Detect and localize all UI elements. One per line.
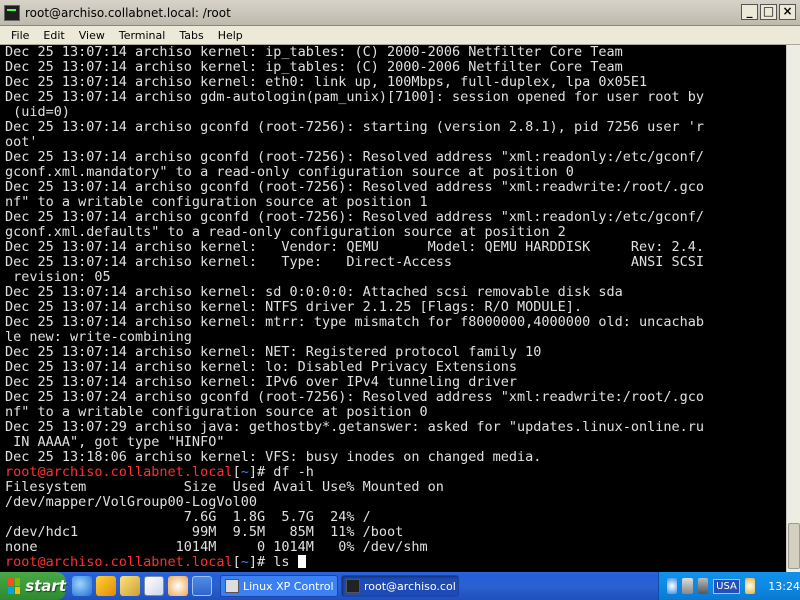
prompt-host: root@archiso.collabnet.local bbox=[5, 464, 233, 480]
prompt-bracket-open: [ bbox=[232, 554, 241, 570]
maximize-button[interactable]: □ bbox=[760, 4, 777, 20]
prompt-path: ~ bbox=[240, 554, 249, 570]
document-icon[interactable] bbox=[144, 576, 164, 596]
log-line: Dec 25 13:07:14 archiso kernel: IPv6 ove… bbox=[5, 374, 518, 390]
terminal-icon bbox=[346, 579, 360, 593]
df-output-line: /dev/hdc1 99M 9.5M 85M 11% /boot bbox=[5, 524, 404, 540]
volume-icon[interactable] bbox=[697, 578, 709, 594]
window-controls: _ □ × bbox=[741, 4, 796, 20]
df-output-line: /dev/mapper/VolGroup00-LogVol00 bbox=[5, 494, 257, 510]
window-titlebar[interactable]: root@archiso.collabnet.local: /root _ □ … bbox=[0, 0, 800, 26]
shell-prompt-line[interactable]: root@archiso.collabnet.local[~]# ls bbox=[5, 555, 786, 570]
log-line: Dec 25 13:07:14 archiso kernel: eth0: li… bbox=[5, 74, 648, 90]
menu-terminal[interactable]: Terminal bbox=[112, 29, 173, 42]
log-line: revision: 05 bbox=[5, 269, 111, 285]
control-panel-icon bbox=[225, 579, 239, 593]
prompt-bracket-close: ]# bbox=[248, 554, 274, 570]
task-control-panel[interactable]: Linux XP Control bbox=[220, 575, 338, 597]
browser-icon[interactable] bbox=[72, 576, 92, 596]
log-line: Dec 25 13:07:14 archiso kernel: mtrr: ty… bbox=[5, 314, 704, 330]
log-line: Dec 25 13:07:29 archiso java: gethostby*… bbox=[5, 419, 704, 435]
log-line: le new: write-combining bbox=[5, 329, 192, 345]
log-line: (uid=0) bbox=[5, 104, 71, 120]
network-icon[interactable] bbox=[667, 578, 678, 594]
window-title: root@archiso.collabnet.local: /root bbox=[25, 5, 231, 20]
log-line: Dec 25 13:07:14 archiso kernel: Vendor: … bbox=[5, 239, 704, 255]
shell-prompt-line: root@archiso.collabnet.local[~]# df -h bbox=[5, 465, 786, 480]
log-line: oot' bbox=[5, 134, 38, 150]
language-indicator[interactable]: USA bbox=[713, 578, 740, 594]
menu-bar: File Edit View Terminal Tabs Help bbox=[0, 26, 800, 45]
log-line: Dec 25 13:07:14 archiso gconfd (root-725… bbox=[5, 119, 704, 135]
start-label: start bbox=[25, 577, 66, 595]
minimize-button[interactable]: _ bbox=[741, 4, 758, 20]
scrollbar-thumb[interactable] bbox=[788, 523, 800, 569]
log-line: gconf.xml.mandatory" to a read-only conf… bbox=[5, 164, 574, 180]
log-line: Dec 25 13:07:14 archiso gconfd (root-725… bbox=[5, 209, 704, 225]
clock[interactable]: 13:24 bbox=[768, 580, 800, 593]
terminal-output[interactable]: Dec 25 13:07:14 archiso kernel: ip_table… bbox=[0, 45, 786, 572]
log-line: nf" to a writable configuration source a… bbox=[5, 194, 428, 210]
task-label: root@archiso.col bbox=[364, 579, 456, 593]
menu-help[interactable]: Help bbox=[211, 29, 250, 42]
log-line: Dec 25 13:07:24 archiso gconfd (root-725… bbox=[5, 389, 704, 405]
menu-file[interactable]: File bbox=[4, 29, 36, 42]
monitor-icon[interactable] bbox=[682, 578, 693, 594]
task-label: Linux XP Control bbox=[243, 579, 334, 593]
df-output-line: none 1014M 0 1014M 0% /dev/shm bbox=[5, 539, 428, 555]
command-text: df -h bbox=[273, 464, 314, 480]
log-line: gconf.xml.defaults" to a read-only confi… bbox=[5, 224, 566, 240]
log-line: Dec 25 13:07:14 archiso kernel: NTFS dri… bbox=[5, 299, 583, 315]
prompt-bracket-open: [ bbox=[232, 464, 241, 480]
log-line: Dec 25 13:07:14 archiso kernel: NET: Reg… bbox=[5, 344, 542, 360]
folder-icon[interactable] bbox=[96, 576, 116, 596]
log-line: IN AAAA", got type "HINFO" bbox=[5, 434, 225, 450]
menu-view[interactable]: View bbox=[72, 29, 112, 42]
terminal-app-icon bbox=[4, 4, 20, 21]
terminal-scrollbar[interactable] bbox=[786, 45, 800, 572]
close-button[interactable]: × bbox=[779, 4, 796, 20]
media-icon[interactable] bbox=[168, 576, 188, 596]
mail-icon[interactable] bbox=[120, 576, 140, 596]
system-tray: USA 13:24 bbox=[658, 572, 800, 600]
log-line: nf" to a writable configuration source a… bbox=[5, 404, 428, 420]
prompt-path: ~ bbox=[240, 464, 249, 480]
df-output-line: 7.6G 1.8G 5.7G 24% / bbox=[5, 509, 371, 525]
task-list: Linux XP Control root@archiso.col bbox=[220, 575, 459, 597]
tray-app-icon[interactable] bbox=[744, 578, 756, 594]
taskbar: start Linux XP Control root@archiso.col … bbox=[0, 572, 800, 600]
log-line: Dec 25 13:07:14 archiso kernel: ip_table… bbox=[5, 45, 623, 60]
log-line: Dec 25 13:07:14 archiso kernel: lo: Disa… bbox=[5, 359, 518, 375]
log-line: Dec 25 13:07:14 archiso kernel: ip_table… bbox=[5, 59, 623, 75]
quick-launch bbox=[72, 576, 212, 596]
show-desktop-icon[interactable] bbox=[192, 576, 212, 596]
log-line: Dec 25 13:07:14 archiso kernel: sd 0:0:0… bbox=[5, 284, 623, 300]
log-line: Dec 25 13:18:06 archiso kernel: VFS: bus… bbox=[5, 449, 542, 465]
menu-tabs[interactable]: Tabs bbox=[172, 29, 210, 42]
prompt-bracket-close: ]# bbox=[248, 464, 274, 480]
task-terminal[interactable]: root@archiso.col bbox=[341, 575, 459, 597]
log-line: Dec 25 13:07:14 archiso kernel: Type: Di… bbox=[5, 254, 704, 270]
start-button[interactable]: start bbox=[0, 572, 66, 600]
command-input[interactable]: ls bbox=[273, 554, 297, 570]
menu-edit[interactable]: Edit bbox=[36, 29, 71, 42]
prompt-host: root@archiso.collabnet.local bbox=[5, 554, 233, 570]
text-cursor bbox=[297, 555, 306, 568]
log-line: Dec 25 13:07:14 archiso gconfd (root-725… bbox=[5, 179, 704, 195]
windows-flag-icon bbox=[8, 578, 21, 594]
log-line: Dec 25 13:07:14 archiso gdm-autologin(pa… bbox=[5, 89, 704, 105]
df-output-line: Filesystem Size Used Avail Use% Mounted … bbox=[5, 479, 444, 495]
log-line: Dec 25 13:07:14 archiso gconfd (root-725… bbox=[5, 149, 704, 165]
